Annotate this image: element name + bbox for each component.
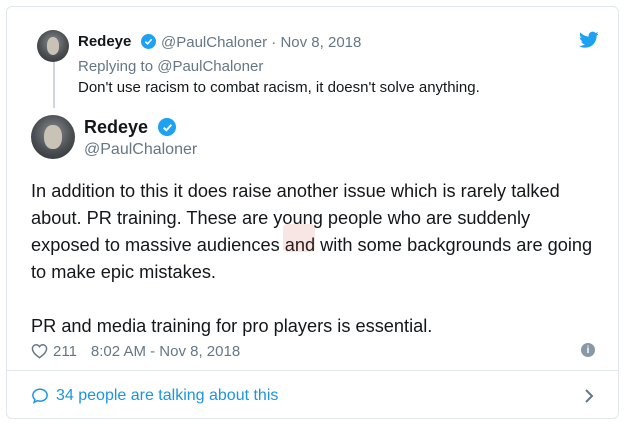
replying-to[interactable]: Replying to @PaulChaloner [78, 58, 263, 75]
twitter-bird-icon[interactable] [579, 31, 599, 49]
info-icon[interactable]: i [581, 343, 595, 357]
quoted-display-name[interactable]: Redeye [78, 33, 131, 50]
main-handle[interactable]: @PaulChaloner [84, 141, 197, 159]
verified-badge-icon [141, 34, 156, 49]
quoted-tweet-text: Don't use racism to combat racism, it do… [78, 79, 480, 96]
heart-icon[interactable] [31, 343, 48, 359]
talking-about-text[interactable]: 34 people are talking about this [56, 387, 278, 405]
avatar[interactable] [37, 30, 69, 62]
tweet-meta: 211 8:02 AM - Nov 8, 2018 [31, 342, 240, 360]
tweet-timestamp[interactable]: 8:02 AM - Nov 8, 2018 [91, 343, 240, 360]
divider [7, 370, 618, 371]
talking-about-link[interactable]: 34 people are talking about this [31, 387, 278, 405]
tweet-body: In addition to this it does raise anothe… [31, 178, 601, 340]
tweet-paragraph: PR and media training for pro players is… [31, 316, 433, 336]
quoted-handle-date[interactable]: @PaulChaloner · Nov 8, 2018 [161, 34, 361, 51]
like-count[interactable]: 211 [53, 343, 77, 360]
avatar[interactable] [31, 115, 75, 159]
speech-bubble-icon [32, 388, 48, 404]
verified-badge-icon [158, 118, 176, 136]
chevron-right-icon[interactable] [584, 388, 594, 404]
main-display-name[interactable]: Redeye [84, 117, 148, 138]
thread-line [53, 62, 55, 108]
watermark-icon [283, 224, 315, 252]
